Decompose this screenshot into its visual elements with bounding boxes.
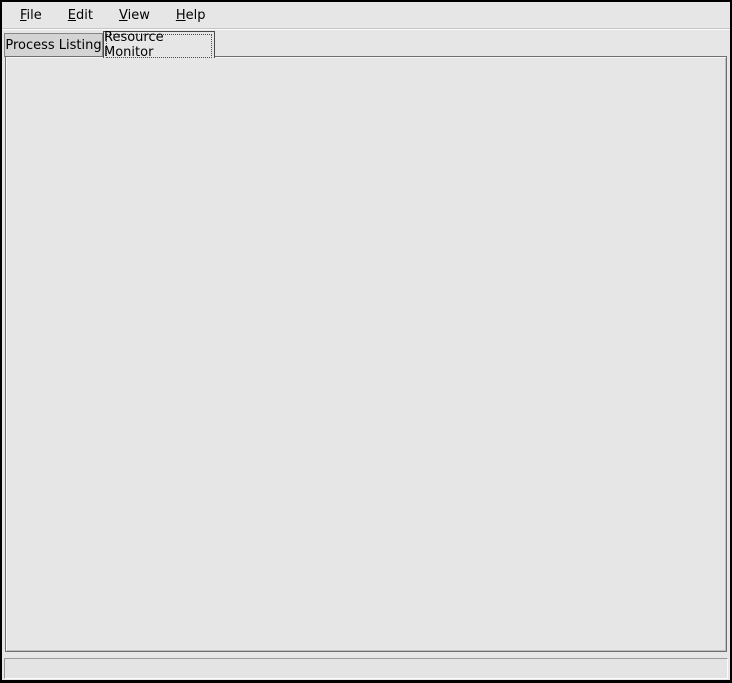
tab-label: Process Listing [5, 38, 101, 53]
menubar: File Edit View Help [2, 2, 730, 29]
notebook-tabstrip: Process Listing Resource Monitor [2, 29, 730, 57]
menu-edit[interactable]: Edit [58, 5, 103, 26]
status-bar [4, 658, 728, 679]
tab-resource-monitor[interactable]: Resource Monitor [103, 31, 215, 58]
system-monitor-window: File Edit View Help Process Listing Reso… [0, 0, 732, 683]
menu-view[interactable]: View [109, 5, 160, 26]
resource-monitor-page [5, 56, 727, 652]
menu-help[interactable]: Help [166, 5, 216, 26]
tab-process-listing[interactable]: Process Listing [4, 33, 103, 57]
menu-file[interactable]: File [10, 5, 52, 26]
tab-label: Resource Monitor [104, 30, 214, 60]
